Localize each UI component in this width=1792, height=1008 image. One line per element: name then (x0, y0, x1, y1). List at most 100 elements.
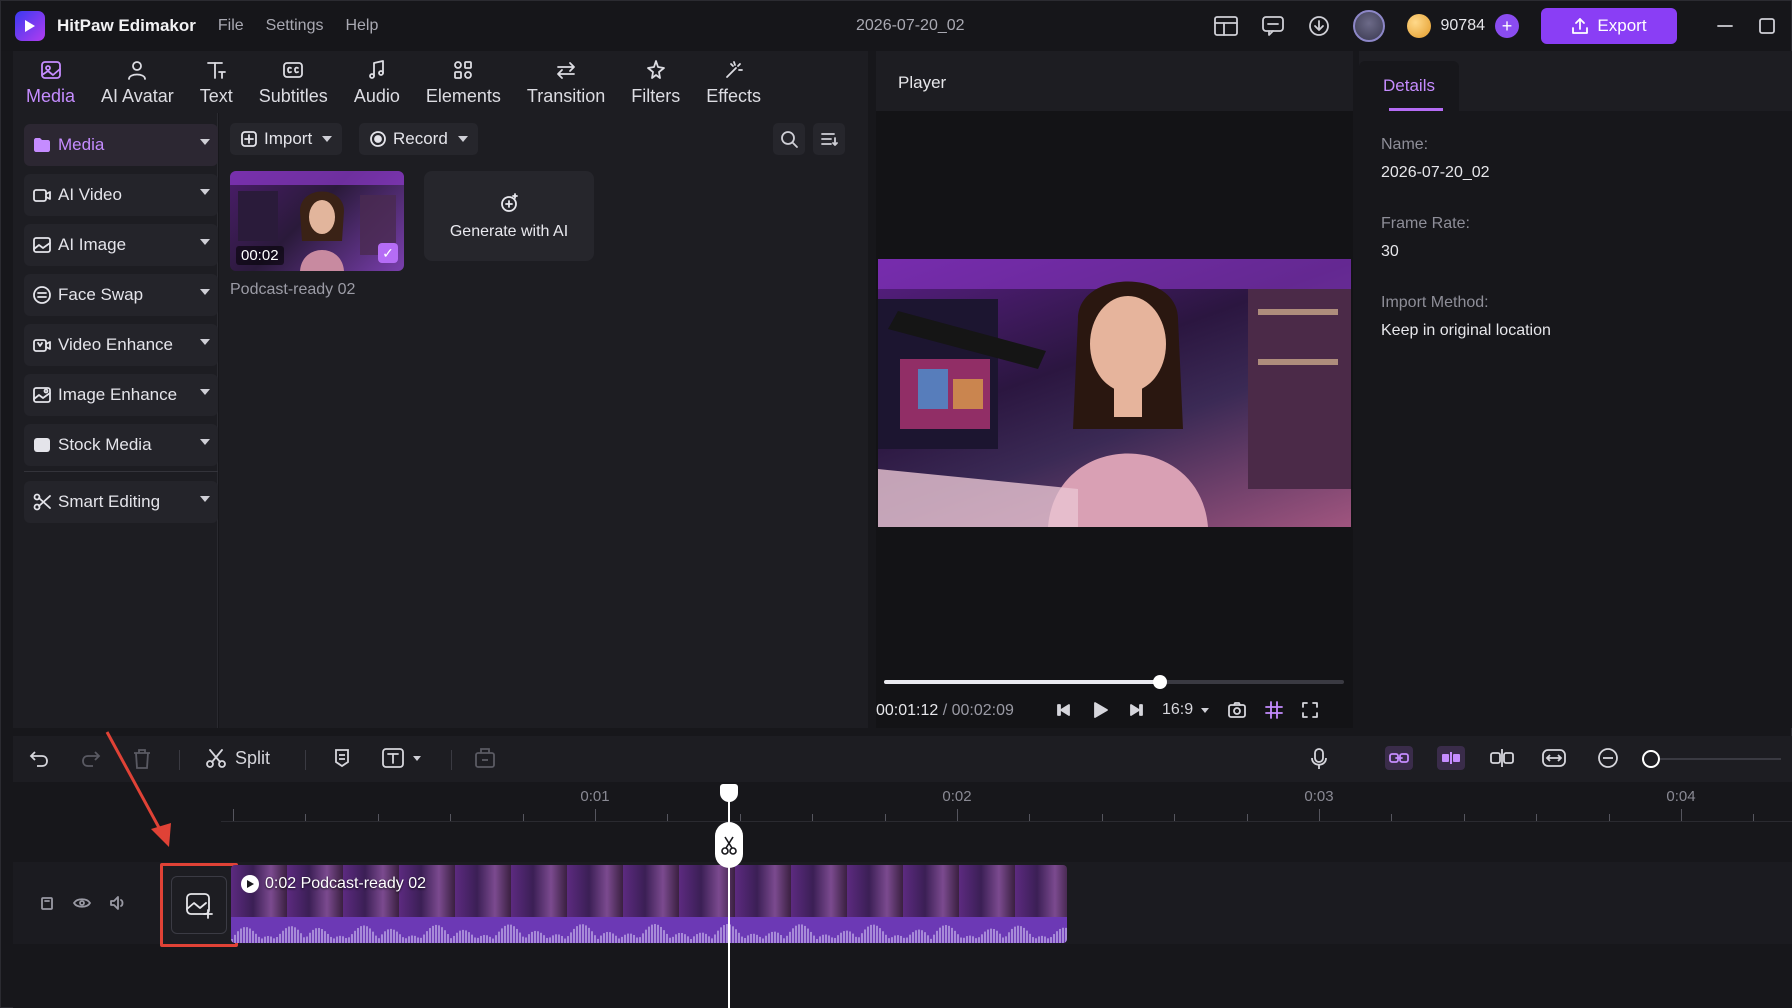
sidebar-item-ai-image[interactable]: AI Image (24, 224, 218, 266)
undo-icon[interactable] (27, 747, 51, 771)
fullscreen-icon[interactable] (1301, 701, 1319, 719)
add-coins-button[interactable]: + (1495, 14, 1519, 38)
layout-icon[interactable] (1213, 15, 1239, 37)
chevron-down-icon (322, 136, 333, 142)
maximize-icon[interactable] (1757, 16, 1777, 36)
minimize-icon[interactable] (1715, 16, 1735, 36)
playhead-split-knob[interactable] (715, 822, 743, 868)
timeline-video-clip[interactable]: 0:02 Podcast-ready 02 (231, 865, 1067, 943)
next-frame-icon[interactable] (1128, 702, 1144, 718)
time-ruler[interactable]: 0:01 0:02 0:03 0:04 (221, 782, 1792, 822)
marker-icon[interactable] (331, 747, 353, 769)
waveform-bar (951, 927, 953, 943)
sidebar-item-image-enhance[interactable]: Image Enhance (24, 374, 218, 416)
menu-file[interactable]: File (218, 17, 244, 35)
import-button[interactable]: Import (230, 123, 343, 155)
text-tool-dropdown[interactable] (381, 747, 421, 769)
tab-transition[interactable]: Transition (514, 51, 618, 113)
waveform-bar (864, 929, 866, 943)
redo-icon[interactable] (79, 747, 103, 771)
sidebar-item-ai-video[interactable]: AI Video (24, 174, 218, 216)
sidebar-item-label: Face Swap (58, 285, 144, 304)
link-clips-button[interactable] (1385, 746, 1413, 770)
waveform-bar (981, 934, 983, 943)
sidebar-item-face-swap[interactable]: Face Swap (24, 274, 218, 316)
grid-icon[interactable] (1265, 701, 1284, 719)
audio-waveform (231, 917, 1067, 943)
waveform-bar (1065, 927, 1067, 943)
zoom-slider-track[interactable] (1649, 758, 1781, 760)
chevron-down-icon (1201, 707, 1210, 713)
app-window: HitPaw Edimakor File Settings Help 2026-… (0, 0, 1792, 1008)
ruler-tick (667, 814, 669, 821)
microphone-icon[interactable] (1309, 747, 1329, 771)
magnet-snap-button[interactable] (1437, 746, 1465, 770)
waveform-bar (855, 936, 857, 943)
generate-with-ai-button[interactable]: Generate with AI (424, 171, 594, 261)
previous-frame-icon[interactable] (1056, 702, 1072, 718)
tab-effects[interactable]: Effects (693, 51, 774, 113)
scissors-icon (205, 747, 227, 769)
fit-timeline-icon[interactable] (1541, 747, 1567, 769)
zoom-slider-handle[interactable] (1642, 750, 1660, 768)
waveform-bar (816, 938, 818, 943)
sort-button[interactable] (813, 123, 845, 155)
feedback-icon[interactable] (1261, 15, 1285, 37)
sidebar-item-media[interactable]: Media (24, 124, 218, 166)
snapshot-icon[interactable] (1227, 701, 1247, 719)
waveform-bar (588, 927, 590, 943)
menu-settings[interactable]: Settings (266, 17, 324, 35)
tab-filters[interactable]: Filters (618, 51, 693, 113)
playhead-handle[interactable] (720, 784, 738, 802)
lock-track-icon[interactable] (39, 895, 55, 911)
tab-subtitles[interactable]: Subtitles (246, 51, 341, 113)
sidebar-item-smart-editing[interactable]: Smart Editing (24, 481, 218, 523)
tab-label: Effects (706, 85, 761, 106)
media-clip-thumbnail[interactable]: 00:02 ✓ (230, 171, 404, 271)
ruler-tick (1608, 814, 1610, 821)
waveform-bar (705, 933, 707, 943)
aspect-ratio-select[interactable]: 16:9 (1162, 701, 1210, 719)
delete-icon[interactable] (131, 747, 153, 771)
chevron-down-icon (200, 496, 210, 502)
tab-audio[interactable]: Audio (341, 51, 413, 113)
split-button[interactable]: Split (205, 747, 270, 769)
waveform-bar (906, 937, 908, 943)
eye-icon[interactable] (73, 896, 91, 910)
export-button[interactable]: Export (1541, 8, 1677, 44)
sidebar-item-video-enhance[interactable]: Video Enhance (24, 324, 218, 366)
crop-icon[interactable] (473, 747, 497, 769)
tab-media[interactable]: Media (13, 51, 88, 113)
speaker-icon[interactable] (109, 895, 127, 911)
waveform-bar (384, 931, 386, 943)
user-avatar[interactable] (1352, 10, 1385, 42)
playback-progress-bar[interactable] (884, 675, 1344, 689)
tab-details[interactable]: Details (1359, 61, 1459, 111)
waveform-bar (612, 933, 614, 943)
waveform-bar (708, 936, 710, 943)
tab-text[interactable]: Text (187, 51, 246, 113)
trim-icon[interactable] (1489, 747, 1515, 769)
search-button[interactable] (773, 123, 805, 155)
waveform-bar (999, 933, 1001, 943)
waveform-bar (642, 933, 644, 943)
waveform-bar (828, 935, 830, 943)
waveform-bar (915, 930, 917, 943)
sidebar-item-stock-media[interactable]: Stock Media (24, 424, 218, 466)
clip-selected-checkbox[interactable]: ✓ (378, 243, 398, 263)
waveform-bar (282, 930, 284, 943)
waveform-bar (798, 924, 800, 943)
name-label: Name: (1381, 136, 1429, 153)
waveform-bar (483, 934, 485, 943)
play-icon[interactable] (1090, 700, 1110, 720)
menu-help[interactable]: Help (345, 17, 378, 35)
download-icon[interactable] (1307, 14, 1331, 38)
cover-image-button[interactable] (160, 863, 238, 947)
video-preview[interactable] (878, 259, 1351, 527)
tab-ai-avatar[interactable]: AI Avatar (88, 51, 187, 113)
waveform-bar (441, 927, 443, 943)
tab-elements[interactable]: Elements (413, 51, 514, 113)
progress-handle[interactable] (1153, 675, 1167, 689)
zoom-out-icon[interactable] (1597, 747, 1619, 769)
record-button[interactable]: Record (359, 123, 478, 155)
